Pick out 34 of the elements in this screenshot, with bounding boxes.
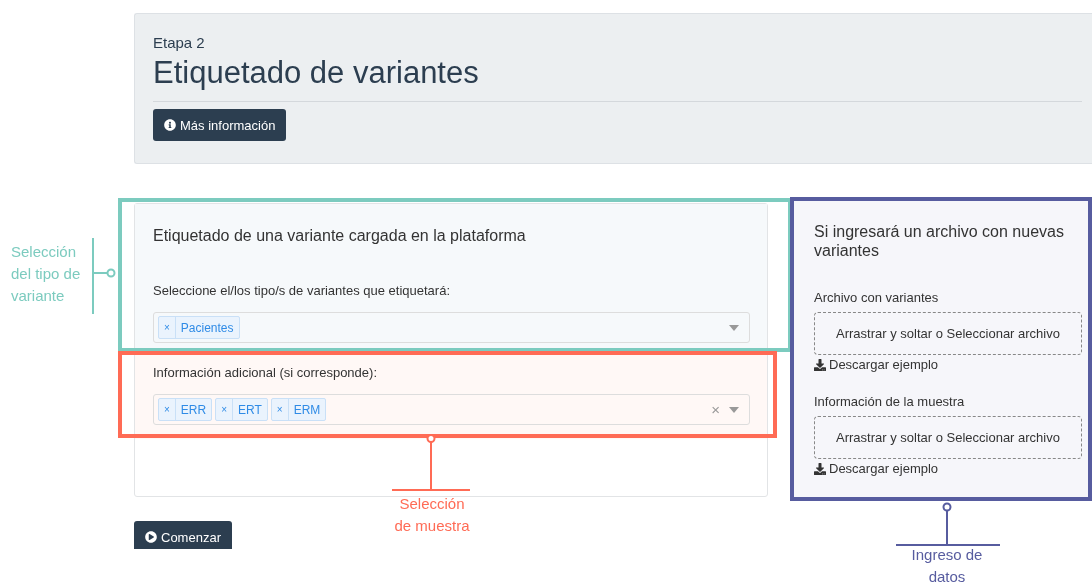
tag-label: ERT — [237, 402, 263, 417]
tag-label: Pacientes — [179, 320, 235, 335]
download-icon — [814, 358, 826, 371]
download-link[interactable]: Descargar ejemplo — [814, 357, 1082, 372]
annotation-label: Ingreso de datos — [910, 545, 984, 587]
download-icon — [814, 462, 826, 475]
field-label: Archivo con variantes — [814, 290, 940, 305]
info-icon — [164, 119, 176, 131]
field-label: Información de la muestra — [814, 394, 966, 409]
annotation-label: Selección del tipo de variante — [11, 242, 82, 306]
multi-select[interactable]: × Pacientes — [153, 312, 750, 343]
file-dropzone[interactable]: Arrastrar y soltar o Seleccionar archivo — [814, 312, 1082, 355]
tag-remove[interactable]: × — [159, 317, 176, 338]
card-title: Etiquetado de una variante cargada en la plataforma — [153, 226, 527, 245]
page-title: Etiquetado de variantes — [153, 54, 480, 92]
more-info-button[interactable]: Más información — [153, 109, 287, 141]
tag-label: ERM — [292, 402, 322, 417]
field-label: Seleccione el/los tipo/s de variantes que etiquetará: — [153, 283, 452, 298]
tag-remove[interactable]: × — [271, 399, 289, 420]
play-icon — [145, 531, 157, 543]
annotation-label: Selección de muestra — [393, 494, 471, 536]
download-link[interactable]: Descargar ejemplo — [814, 461, 1082, 476]
caret-icon — [729, 324, 739, 331]
tag-remove[interactable]: × — [216, 399, 234, 420]
start-button[interactable]: Comenzar — [134, 521, 232, 549]
file-dropzone[interactable]: Arrastrar y soltar o Seleccionar archivo — [814, 416, 1082, 459]
tag-label: ERR — [179, 402, 208, 417]
multi-select[interactable]: × ERR × ERT × ERM × — [153, 394, 750, 425]
tag-remove[interactable]: × — [159, 399, 176, 420]
field-label: Información adicional (si corresponde): — [153, 365, 378, 380]
clear-control[interactable]: × — [711, 401, 720, 418]
caret-icon — [729, 406, 739, 413]
card-title: Si ingresará un archivo con nuevas variantes — [814, 222, 1065, 260]
stage-number: Etapa 2 — [153, 34, 206, 51]
